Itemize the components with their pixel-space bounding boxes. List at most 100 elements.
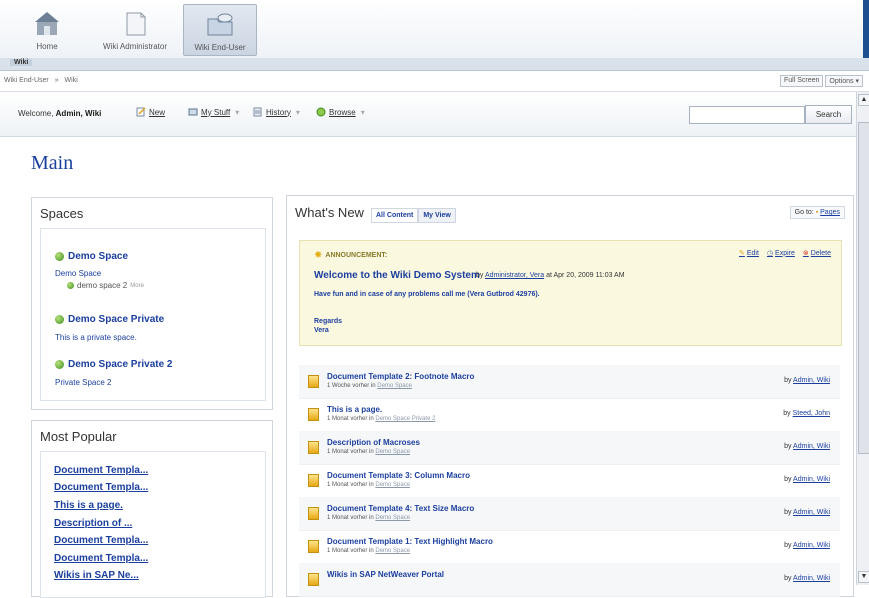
tab-all-content[interactable]: All Content <box>371 208 419 223</box>
doc-space-link[interactable]: Demo Space <box>375 515 410 521</box>
page-title: Main <box>31 152 74 174</box>
popular-item[interactable]: Document Templa... <box>54 535 148 546</box>
whats-new-title: What's New <box>295 205 364 220</box>
space-demo-space[interactable]: Demo Space <box>55 251 128 262</box>
vertical-scrollbar[interactable]: ▲ ▼ <box>856 92 869 585</box>
launcher-wiki-admin-label: Wiki Administrator <box>102 42 167 51</box>
pencil-icon: ✎ <box>739 250 745 257</box>
doc-author-link[interactable]: Admin, Wiki <box>793 575 830 582</box>
most-popular-panel: Most Popular Document Templa... Document… <box>31 420 273 598</box>
by-prefix: by <box>784 509 792 516</box>
doc-space-link[interactable]: Demo Space <box>375 482 410 488</box>
toolbar-my-stuff[interactable]: My Stuff ▾ <box>188 107 239 117</box>
edit-action[interactable]: ✎ Edit <box>739 249 759 258</box>
launcher-wiki-admin[interactable]: Wiki Administrator <box>99 4 171 54</box>
list-item: Wikis in SAP NetWeaver Portal by Admin, … <box>299 563 840 597</box>
tab-strip: Wiki <box>0 58 869 71</box>
doc-author: by Admin, Wiki <box>784 509 830 516</box>
expire-label: Expire <box>775 249 795 257</box>
doc-author-link[interactable]: Admin, Wiki <box>793 542 830 549</box>
doc-author-link[interactable]: Admin, Wiki <box>793 443 830 450</box>
page-icon <box>308 573 319 586</box>
launcher-wiki-enduser[interactable]: Wiki End-User <box>183 4 257 56</box>
search-button[interactable]: Search <box>805 105 852 124</box>
popular-item[interactable]: Wikis in SAP Ne... <box>54 570 139 581</box>
doc-meta: 1 Monat vorher in Demo Space <box>327 548 410 554</box>
by-prefix: by <box>783 410 791 417</box>
goto-label: Go to: <box>794 209 814 216</box>
space-name: Demo Space Private <box>68 314 165 325</box>
breadcrumb-item[interactable]: Wiki <box>65 77 78 84</box>
breadcrumb: Wiki End-User » Wiki <box>4 77 82 84</box>
doc-time: 1 Woche vorher <box>327 383 370 389</box>
more-link[interactable]: More <box>130 283 144 289</box>
expire-action[interactable]: ◷ Expire <box>767 249 795 258</box>
doc-title-link[interactable]: Document Template 3: Column Macro <box>327 471 470 480</box>
breadcrumb-separator: » <box>54 77 59 84</box>
doc-time: 1 Monat vorher <box>327 449 368 455</box>
space-demo-space-private-2[interactable]: Demo Space Private 2 <box>55 359 173 370</box>
doc-author: by Admin, Wiki <box>784 575 830 582</box>
space-name: Demo Space <box>68 251 129 262</box>
announcement-label-text: ANNOUNCEMENT: <box>325 252 388 259</box>
full-screen-button[interactable]: Full Screen <box>780 75 824 87</box>
toolbar-new-label: New <box>149 107 166 117</box>
popular-item[interactable]: Document Templa... <box>54 482 148 493</box>
by-prefix: by <box>784 542 792 549</box>
scroll-down-arrow-icon[interactable]: ▼ <box>858 571 869 583</box>
page-icon <box>308 375 319 388</box>
doc-author-link[interactable]: Admin, Wiki <box>793 476 830 483</box>
announcement-author-link[interactable]: Administrator, Vera <box>485 272 544 279</box>
options-button[interactable]: Options ▾ <box>825 75 863 87</box>
space-icon <box>55 315 64 324</box>
doc-author-link[interactable]: Steed, John <box>793 410 830 417</box>
space-demo-space-private[interactable]: Demo Space Private <box>55 314 164 325</box>
announcement-box: ✸ ANNOUNCEMENT: ✎ Edit ◷ Expire ⊗ Delete We… <box>299 240 842 346</box>
list-item: Description of Macroses 1 Monat vorher i… <box>299 431 840 465</box>
doc-title-link[interactable]: Document Template 4: Text Size Macro <box>327 504 474 513</box>
scroll-up-arrow-icon[interactable]: ▲ <box>858 94 869 106</box>
subspace-demo-space-2[interactable]: demo space 2 More <box>67 281 144 290</box>
doc-space-link[interactable]: Demo Space <box>375 449 410 455</box>
doc-author-link[interactable]: Admin, Wiki <box>793 377 830 384</box>
breadcrumb-row: Wiki End-User » Wiki Full Screen Options… <box>0 71 869 92</box>
by-prefix: by <box>784 476 792 483</box>
chevron-down-icon: ▾ <box>295 107 300 117</box>
folder-icon: ▪ <box>815 209 819 216</box>
brand-bar <box>863 0 869 58</box>
list-item: Document Template 4: Text Size Macro 1 M… <box>299 497 840 531</box>
breadcrumb-item[interactable]: Wiki End-User <box>4 77 49 84</box>
popular-item[interactable]: Document Templa... <box>54 465 148 476</box>
doc-title-link[interactable]: This is a page. <box>327 405 382 414</box>
doc-time: 1 Monat vorher <box>327 482 368 488</box>
doc-title-link[interactable]: Description of Macroses <box>327 438 420 447</box>
edit-label: Edit <box>746 249 759 257</box>
doc-in: in <box>369 449 374 455</box>
tab-wiki[interactable]: Wiki <box>10 59 33 66</box>
doc-author-link[interactable]: Admin, Wiki <box>793 509 830 516</box>
doc-space-link[interactable]: Demo Space <box>375 548 410 554</box>
launcher-home[interactable]: Home <box>11 4 83 54</box>
my-stuff-icon <box>188 108 198 116</box>
space-desc: This is a private space. <box>55 333 137 342</box>
goto-pages-link[interactable]: Pages <box>820 209 840 216</box>
popular-item[interactable]: Document Templa... <box>54 553 148 564</box>
folder-icon <box>207 13 233 36</box>
announcement-title[interactable]: Welcome to the Wiki Demo System <box>314 270 480 281</box>
delete-action[interactable]: ⊗ Delete <box>803 249 831 258</box>
doc-space-link[interactable]: Demo Space Private 2 <box>375 416 435 422</box>
doc-meta: 1 Monat vorher in Demo Space <box>327 515 410 521</box>
search-input[interactable] <box>689 106 805 124</box>
scrollbar-thumb[interactable] <box>858 122 869 454</box>
doc-title-link[interactable]: Wikis in SAP NetWeaver Portal <box>327 570 444 579</box>
toolbar-history[interactable]: History ▾ <box>253 107 300 117</box>
toolbar-browse[interactable]: Browse ▾ <box>316 107 365 117</box>
toolbar-new[interactable]: New <box>136 107 165 117</box>
popular-item[interactable]: This is a page. <box>54 500 123 511</box>
spaces-panel: Spaces Demo Space Demo Space demo space … <box>31 197 273 410</box>
popular-item[interactable]: Description of ... <box>54 518 132 529</box>
doc-space-link[interactable]: Demo Space <box>377 383 412 389</box>
tab-my-view[interactable]: My View <box>418 208 456 223</box>
doc-title-link[interactable]: Document Template 2: Footnote Macro <box>327 372 474 381</box>
doc-title-link[interactable]: Document Template 1: Text Highlight Macr… <box>327 537 493 546</box>
